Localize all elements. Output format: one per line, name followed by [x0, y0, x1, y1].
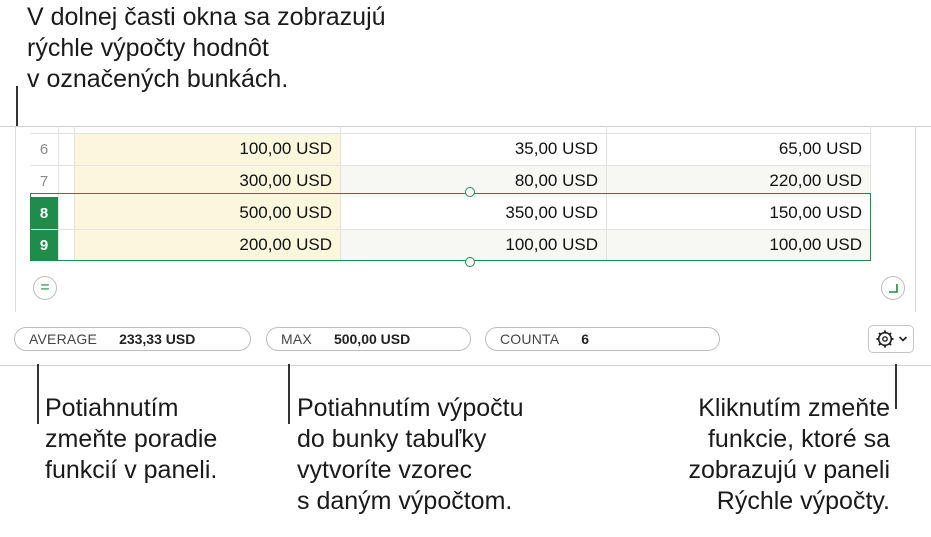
selection-bottom-handle[interactable]: [465, 257, 475, 267]
callout-line: vytvoríte vzorec: [297, 456, 473, 484]
quick-calc-label: MAX: [281, 331, 312, 347]
quick-calc-max[interactable]: MAX 500,00 USD: [266, 327, 471, 351]
callout-line: zobrazujú v paneli: [688, 456, 890, 484]
quick-calc-value: 500,00 USD: [333, 331, 411, 347]
callout-line: Kliknutím zmeňte: [698, 394, 890, 422]
callout-line: funkcií v paneli.: [45, 456, 218, 484]
callout-line: zmeňte poradie: [45, 425, 218, 453]
callout-reorder: Potiahnutím zmeňte poradie funkcií v pan…: [45, 393, 217, 486]
quick-calc-label: AVERAGE: [29, 331, 98, 347]
cell-selection[interactable]: [30, 193, 871, 261]
table-cell[interactable]: 35,00 USD: [340, 133, 606, 165]
chevron-down-icon: [898, 336, 907, 342]
table-cell[interactable]: 100,00 USD: [74, 133, 340, 165]
callout-line: Potiahnutím: [45, 394, 179, 422]
callout-quick-calc: V dolnej časti okna sa zobrazujú rýchle …: [27, 2, 386, 95]
grid-line: [30, 165, 870, 166]
callout-line: Potiahnutím výpočtu: [297, 394, 524, 422]
selection-top-handle[interactable]: [465, 187, 475, 197]
quick-calc-average[interactable]: AVERAGE 233,33 USD: [14, 327, 251, 351]
quick-calc-label: COUNTA: [500, 331, 560, 347]
row-number[interactable]: 6: [30, 133, 58, 165]
callout-line: do bunky tabuľky: [297, 425, 487, 453]
table-row[interactable]: 6 100,00 USD 35,00 USD 65,00 USD: [30, 133, 870, 165]
add-row-button[interactable]: =: [33, 276, 57, 300]
quick-calc-counta[interactable]: COUNTA 6: [485, 327, 720, 351]
canvas-left-border: [15, 126, 16, 312]
equals-icon: =: [40, 279, 50, 296]
callout-leader-middle: [288, 364, 290, 424]
canvas-right-border: [915, 126, 916, 312]
callout-leader-right: [895, 364, 897, 409]
callout-line: rýchle výpočty hodnôt: [27, 34, 269, 62]
callout-line: Rýchle výpočty.: [716, 487, 890, 515]
corner-icon: [889, 284, 898, 293]
gear-icon: [876, 330, 893, 348]
resize-table-button[interactable]: [881, 276, 905, 300]
quick-calc-settings-button[interactable]: [868, 325, 914, 353]
callout-drag-formula: Potiahnutím výpočtu do bunky tabuľky vyt…: [297, 393, 524, 517]
callout-change-functions: Kliknutím zmeňte funkcie, ktoré sa zobra…: [688, 393, 890, 517]
callout-leader-left: [37, 364, 39, 424]
callout-line: V dolnej časti okna sa zobrazujú: [27, 3, 386, 31]
callout-line: v označených bunkách.: [27, 65, 289, 93]
callout-line: s daným výpočtom.: [297, 487, 513, 515]
callout-line: funkcie, ktoré sa: [707, 425, 890, 453]
table-cell[interactable]: 65,00 USD: [606, 133, 870, 165]
quick-calc-value: 233,33 USD: [119, 331, 196, 347]
grid-line: [30, 133, 870, 134]
quick-calc-value: 6: [581, 331, 590, 347]
